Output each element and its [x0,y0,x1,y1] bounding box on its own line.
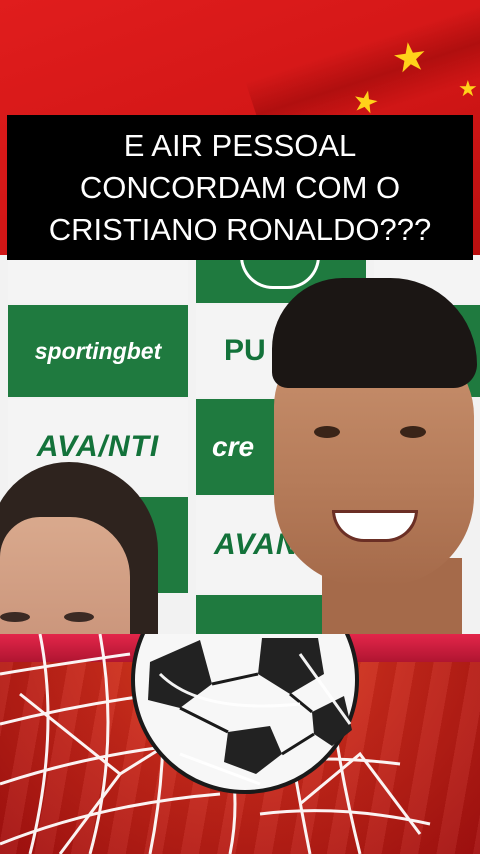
flag-star-icon: ★ [458,76,478,101]
flag-star-icon: ★ [389,33,431,83]
woman-image [0,462,160,657]
sponsor-avanti-text: AVA/NTI [36,430,160,463]
backdrop-tile [8,255,188,303]
man-smiling-image [262,278,480,638]
sponsor-crefi-text: cre [212,431,255,462]
football-stadium-graphic [0,634,480,854]
backdrop-tile-sportingbet: sportingbet [8,305,188,397]
sponsor-sportingbet-text: sportingbet [34,337,162,364]
sponsor-puma-text: PU [224,334,266,367]
soccer-ball-icon [131,634,359,794]
video-caption: E AIR PESSOAL CONCORDAM COM O CRISTIANO … [7,115,473,260]
goal-net-icon [0,634,431,854]
